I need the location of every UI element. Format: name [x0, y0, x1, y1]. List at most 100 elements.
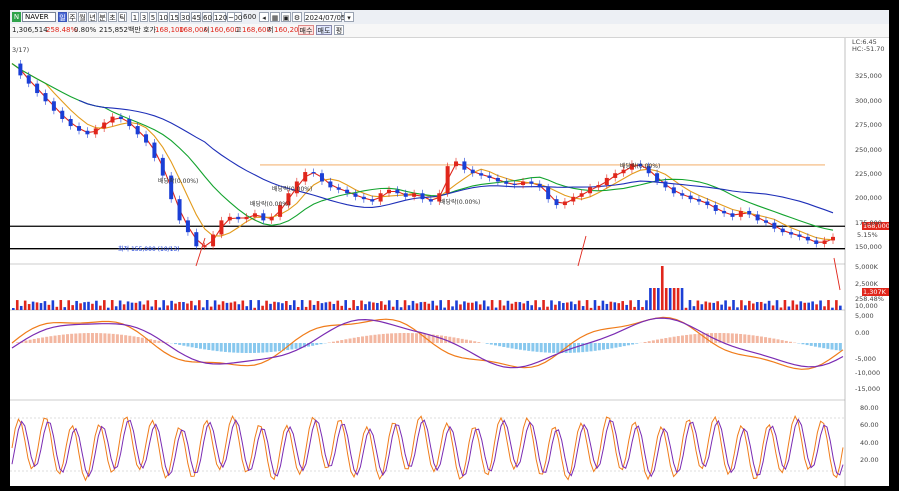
period-button-1[interactable]: 주: [68, 12, 77, 22]
period-button-2[interactable]: 월: [78, 12, 87, 22]
volume-bar: [265, 300, 268, 310]
volume-bar: [213, 300, 217, 310]
volume-bar: [732, 300, 735, 310]
avg-button[interactable]: 평: [334, 25, 344, 35]
settings-icon[interactable]: ⚙: [292, 12, 302, 22]
volume-bar: [103, 300, 106, 310]
macd-histogram-bar: [543, 343, 547, 353]
candle-body: [395, 189, 400, 194]
volume-bar: [162, 300, 165, 310]
volume-bar: [166, 305, 169, 310]
volume-bar: [767, 300, 771, 310]
interval-button-7[interactable]: 60: [202, 12, 212, 22]
volume-bar: [482, 300, 486, 310]
calendar-icon[interactable]: ▦: [270, 12, 280, 22]
interval-button-5[interactable]: 30: [180, 12, 190, 22]
save-icon[interactable]: ▣: [281, 12, 291, 22]
candle-body: [822, 240, 827, 244]
period-button-5[interactable]: 초: [108, 12, 117, 22]
candle-body: [604, 177, 609, 186]
macd-histogram-bar: [602, 343, 606, 350]
volume-bar: [621, 301, 624, 310]
interval-button-4[interactable]: 15: [169, 12, 179, 22]
interval-button-0[interactable]: 1: [131, 12, 139, 22]
macd-histogram-bar: [626, 343, 630, 346]
macd-histogram-bar: [788, 341, 792, 343]
macd-histogram-bar: [228, 343, 232, 353]
macd-histogram-bar: [464, 339, 468, 343]
candle-body: [68, 118, 73, 127]
macd-histogram-bar: [99, 333, 103, 343]
candle-body: [805, 236, 810, 241]
macd-histogram-bar: [714, 333, 718, 343]
interval-button-1[interactable]: 3: [140, 12, 148, 22]
candle-body: [529, 181, 534, 184]
candle-body: [747, 210, 752, 215]
macd-histogram-bar: [768, 337, 772, 343]
candle-body: [51, 101, 56, 111]
candle-body: [85, 130, 90, 135]
sell-button[interactable]: 매도: [316, 25, 332, 35]
candle-body: [780, 228, 785, 233]
macd-histogram-bar: [697, 333, 701, 343]
hc-label: HC:-51.70: [852, 45, 885, 53]
macd-histogram-bar: [755, 335, 759, 343]
macd-histogram-bar: [514, 343, 518, 350]
interval-button-8[interactable]: 120: [213, 12, 227, 22]
candle-body: [730, 213, 735, 217]
period-button-0[interactable]: 일: [58, 12, 67, 22]
volume-bar: [190, 300, 193, 310]
interval-button-9[interactable]: ~: [227, 12, 235, 22]
volume-bar: [368, 301, 371, 310]
candle-body: [185, 220, 190, 233]
macd-histogram-bar: [16, 342, 20, 343]
buy-button[interactable]: 매수: [298, 25, 314, 35]
macd-histogram-bar: [365, 335, 369, 343]
volume-bar: [629, 300, 632, 310]
volume-bar: [51, 300, 55, 310]
date-dropdown-icon[interactable]: ▾: [344, 12, 354, 22]
interval-button-6[interactable]: 45: [191, 12, 201, 22]
macd-histogram-bar: [215, 343, 219, 352]
volume-value: 1,306,514: [12, 26, 48, 34]
volume-bar: [569, 301, 573, 310]
volume-bar: [649, 288, 652, 310]
symbol-input[interactable]: NAVER: [22, 12, 56, 22]
candle-body: [127, 118, 132, 127]
volume-bar: [763, 303, 767, 310]
period-button-4[interactable]: 분: [98, 12, 107, 22]
macd-histogram-bar: [493, 343, 497, 346]
interval-button-2[interactable]: 5: [149, 12, 157, 22]
interval-button-3[interactable]: 10: [158, 12, 168, 22]
macd-histogram-bar: [269, 343, 273, 352]
candle-body: [487, 175, 492, 178]
macd-histogram-bar: [174, 343, 178, 345]
nav-prev-icon[interactable]: ◂: [259, 12, 269, 22]
volume-bar: [130, 302, 134, 310]
volume-bar: [15, 300, 19, 310]
volume-bar: [285, 301, 288, 310]
volume-bar: [443, 307, 446, 310]
volume-bar: [550, 300, 553, 310]
period-button-3[interactable]: 년: [88, 12, 97, 22]
macd-histogram-bar: [610, 343, 614, 349]
macd-histogram-bar: [577, 343, 581, 353]
volume-bar: [201, 307, 205, 310]
period-button-6[interactable]: 틱: [118, 12, 127, 22]
macd-histogram-bar: [547, 343, 551, 353]
macd-histogram-bar: [53, 335, 57, 343]
volume-bar: [700, 304, 704, 310]
candle-body: [252, 213, 257, 217]
ma-line-MA120: [78, 99, 834, 214]
volume-bar: [328, 301, 332, 310]
macd-histogram-bar: [57, 335, 61, 343]
volume-bar: [411, 300, 415, 310]
volume-bar: [352, 300, 355, 310]
macd-histogram-bar: [618, 343, 622, 347]
date-input[interactable]: 2024/07/05: [304, 12, 345, 22]
volume-bar: [118, 300, 122, 310]
volume-bar: [680, 288, 684, 310]
candle-body: [462, 161, 467, 170]
macd-histogram-bar: [107, 333, 111, 343]
macd-histogram-bar: [373, 334, 377, 343]
